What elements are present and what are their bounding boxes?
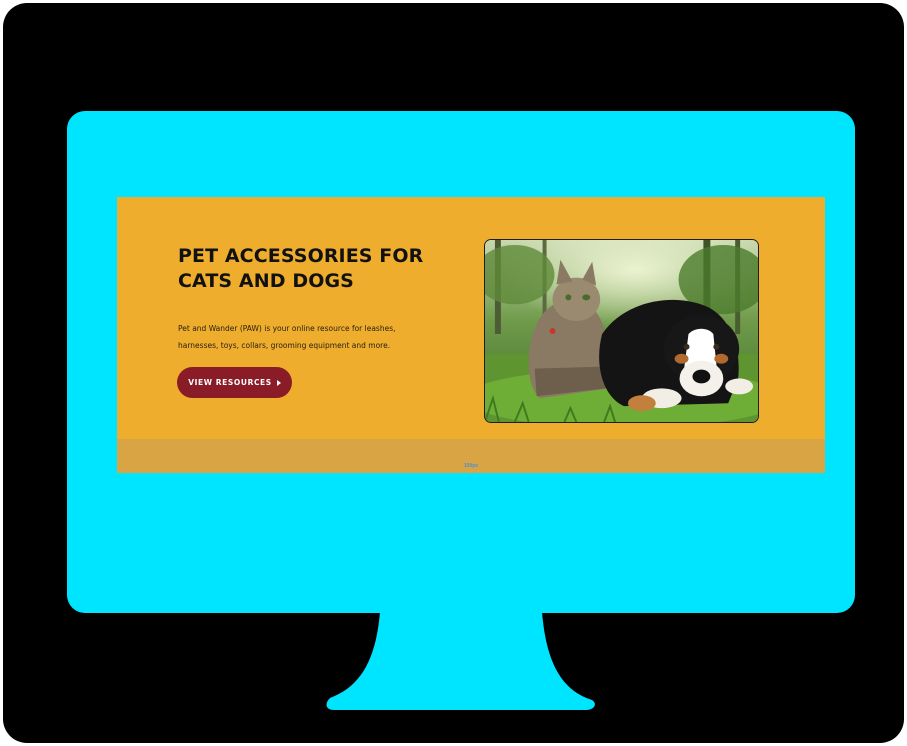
description-line-1: Pet and Wander (PAW) is your online reso…: [178, 324, 396, 333]
headline-line-2: CATS AND DOGS: [178, 270, 354, 292]
cat-and-dog-photo: [484, 239, 759, 423]
hero-headline: PET ACCESSORIES FOR CATS AND DOGS: [178, 244, 478, 294]
caret-right-icon: [276, 379, 281, 386]
hero-description: Pet and Wander (PAW) is your online reso…: [178, 320, 438, 354]
description-line-2: harnesses, toys, collars, grooming equip…: [178, 341, 391, 350]
photo-illustration: [485, 240, 758, 422]
view-resources-label: VIEW RESOURCES: [188, 378, 272, 387]
padding-indicator-label: 100px: [463, 463, 479, 469]
hero-section: PET ACCESSORIES FOR CATS AND DOGS Pet an…: [117, 197, 825, 473]
headline-line-1: PET ACCESSORIES FOR: [178, 245, 424, 267]
view-resources-button[interactable]: VIEW RESOURCES: [177, 367, 292, 398]
